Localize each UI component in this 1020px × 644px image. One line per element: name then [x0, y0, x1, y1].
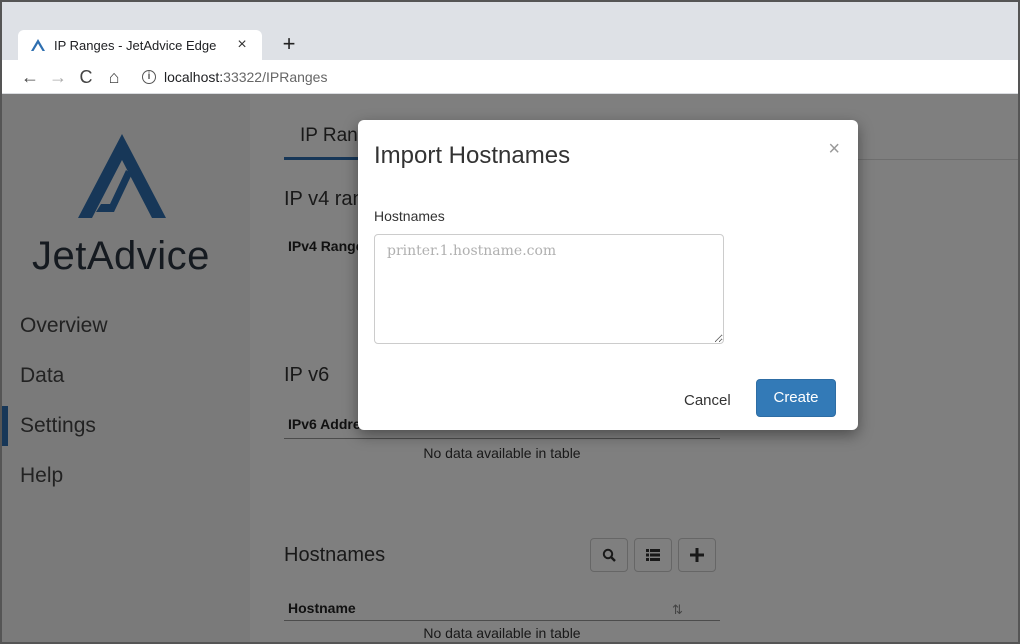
back-button[interactable]: ← — [16, 63, 44, 91]
hostnames-textarea[interactable] — [374, 234, 724, 344]
address-bar[interactable]: i localhost: 33322/IPRanges — [142, 64, 1018, 90]
reload-button[interactable]: C — [72, 63, 100, 91]
browser-toolbar: ← → C ⌂ i localhost: 33322/IPRanges — [2, 60, 1018, 94]
forward-button[interactable]: → — [44, 63, 72, 91]
import-hostnames-dialog: Import Hostnames × Hostnames Cancel Crea… — [358, 120, 858, 430]
jetadvice-favicon-icon — [31, 39, 45, 51]
tab-close-icon[interactable]: × — [230, 36, 254, 54]
close-icon[interactable]: × — [828, 138, 840, 161]
url-host: localhost: — [164, 68, 224, 85]
info-icon[interactable]: i — [142, 69, 156, 84]
new-tab-button[interactable]: + — [274, 30, 304, 60]
browser-window: IP Ranges - JetAdvice Edge × + ← → C ⌂ i… — [0, 0, 1020, 644]
create-button[interactable]: Create — [756, 379, 836, 417]
browser-tab-title: IP Ranges - JetAdvice Edge — [54, 37, 217, 53]
home-button[interactable]: ⌂ — [100, 63, 128, 91]
tab-strip: IP Ranges - JetAdvice Edge × + — [2, 2, 1018, 60]
browser-tab[interactable]: IP Ranges - JetAdvice Edge × — [18, 30, 262, 60]
hostnames-field-label: Hostnames — [374, 208, 445, 224]
cancel-button[interactable]: Cancel — [676, 384, 739, 418]
url-path: 33322/IPRanges — [223, 68, 328, 85]
dialog-title: Import Hostnames — [374, 142, 571, 169]
